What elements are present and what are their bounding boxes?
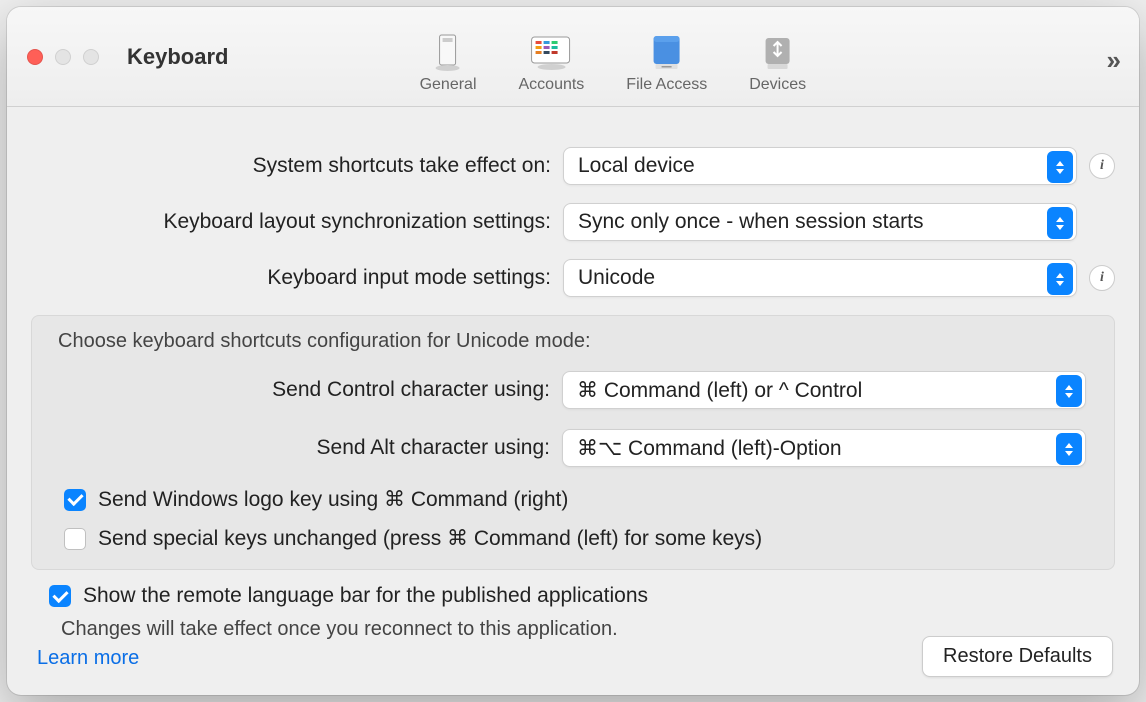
row-system-shortcuts: System shortcuts take effect on: Local d… <box>31 147 1115 185</box>
toolbar-overflow-button[interactable]: » <box>1107 45 1121 76</box>
row-windows-key: Send Windows logo key using ⌘ Command (r… <box>52 487 1094 512</box>
minimize-window-button[interactable] <box>55 49 71 65</box>
learn-more-link[interactable]: Learn more <box>31 647 139 670</box>
special-keys-label: Send special keys unchanged (press ⌘ Com… <box>98 526 762 551</box>
row-layout-sync: Keyboard layout synchronization settings… <box>31 203 1115 241</box>
row-alt-char: Send Alt character using: ⌘⌥ Command (le… <box>52 429 1094 467</box>
row-control-char: Send Control character using: ⌘ Command … <box>52 371 1094 409</box>
content-area: System shortcuts take effect on: Local d… <box>7 107 1139 690</box>
tab-devices[interactable]: Devices <box>743 28 812 98</box>
group-title: Choose keyboard shortcuts configuration … <box>52 330 1094 353</box>
info-button-shortcuts[interactable]: i <box>1089 153 1115 179</box>
control-char-label: Send Control character using: <box>52 378 550 402</box>
layout-sync-select[interactable]: Sync only once - when session starts <box>563 203 1077 241</box>
chevron-updown-icon <box>1056 375 1082 407</box>
window-controls <box>27 49 99 65</box>
alt-char-label: Send Alt character using: <box>52 436 550 460</box>
system-shortcuts-select[interactable]: Local device <box>563 147 1077 185</box>
close-window-button[interactable] <box>27 49 43 65</box>
layout-sync-label: Keyboard layout synchronization settings… <box>31 210 551 234</box>
windows-key-label: Send Windows logo key using ⌘ Command (r… <box>98 487 568 512</box>
titlebar: Keyboard General <box>7 7 1139 107</box>
unicode-mode-group: Choose keyboard shortcuts configuration … <box>31 315 1115 570</box>
chevron-updown-icon <box>1047 207 1073 239</box>
tab-accounts[interactable]: Accounts <box>512 28 590 98</box>
special-keys-checkbox[interactable] <box>64 528 86 550</box>
tab-general-label: General <box>420 76 477 94</box>
control-char-select[interactable]: ⌘ Command (left) or ^ Control <box>562 371 1086 409</box>
chevron-updown-icon <box>1056 433 1082 465</box>
tab-general[interactable]: General <box>414 28 483 98</box>
accounts-icon <box>527 32 575 72</box>
chevron-updown-icon <box>1047 151 1073 183</box>
toolbar-tabs: General Accounts <box>414 7 813 106</box>
input-mode-select[interactable]: Unicode <box>563 259 1077 297</box>
layout-sync-value: Sync only once - when session starts <box>578 210 924 234</box>
language-bar-checkbox[interactable] <box>49 585 71 607</box>
info-button-input-mode[interactable]: i <box>1089 265 1115 291</box>
row-language-bar: Show the remote language bar for the pub… <box>31 584 1115 608</box>
language-bar-label: Show the remote language bar for the pub… <box>83 584 648 608</box>
window-title: Keyboard <box>127 44 228 70</box>
restore-defaults-button[interactable]: Restore Defaults <box>922 636 1113 677</box>
tab-devices-label: Devices <box>749 76 806 94</box>
maximize-window-button[interactable] <box>83 49 99 65</box>
chevron-updown-icon <box>1047 263 1073 295</box>
row-input-mode: Keyboard input mode settings: Unicode i <box>31 259 1115 297</box>
system-shortcuts-value: Local device <box>578 154 695 178</box>
tab-file-access[interactable]: File Access <box>620 28 713 98</box>
input-mode-label: Keyboard input mode settings: <box>31 266 551 290</box>
devices-icon <box>754 32 802 72</box>
control-char-value: ⌘ Command (left) or ^ Control <box>577 378 862 403</box>
row-special-keys: Send special keys unchanged (press ⌘ Com… <box>52 526 1094 551</box>
tab-accounts-label: Accounts <box>518 76 584 94</box>
file-access-icon <box>643 32 691 72</box>
windows-key-checkbox[interactable] <box>64 489 86 511</box>
alt-char-value: ⌘⌥ Command (left)-Option <box>577 436 842 461</box>
preferences-window: Keyboard General <box>7 7 1139 695</box>
system-shortcuts-label: System shortcuts take effect on: <box>31 154 551 178</box>
input-mode-value: Unicode <box>578 266 655 290</box>
tab-file-access-label: File Access <box>626 76 707 94</box>
alt-char-select[interactable]: ⌘⌥ Command (left)-Option <box>562 429 1086 467</box>
general-icon <box>424 32 472 72</box>
